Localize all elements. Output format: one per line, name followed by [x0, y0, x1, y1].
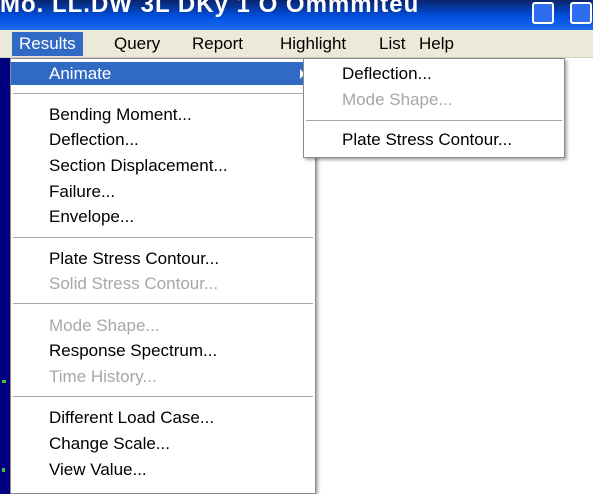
menu-separator [13, 237, 313, 238]
model-line [2, 468, 5, 472]
menu-item-view-value[interactable]: View Value... [11, 458, 315, 481]
menu-item-mode-shape: Mode Shape... [49, 316, 160, 335]
menu-highlight[interactable]: Highlight [273, 32, 353, 56]
menu-separator [13, 303, 313, 304]
minimize-button[interactable] [532, 2, 554, 24]
menu-separator [306, 120, 562, 121]
submenu-item-mode-shape: Mode Shape... [342, 90, 453, 109]
menu-item-plate-stress-contour[interactable]: Plate Stress Contour... [11, 247, 315, 270]
submenu-item-plate-stress-contour[interactable]: Plate Stress Contour... [304, 128, 564, 151]
menu-query[interactable]: Query [107, 32, 167, 56]
menu-item-envelope[interactable]: Envelope... [11, 205, 315, 228]
menu-item-different-load-case[interactable]: Different Load Case... [11, 406, 315, 429]
menu-help[interactable]: Help [412, 32, 461, 56]
menu-item-time-history: Time History... [49, 367, 157, 386]
menu-bar: Results Query Report Highlight List Help [0, 30, 593, 58]
menu-item-change-scale[interactable]: Change Scale... [11, 432, 315, 455]
animate-submenu: Deflection... Mode Shape... Plate Stress… [303, 58, 565, 158]
model-line [2, 380, 6, 383]
menu-item-failure[interactable]: Failure... [11, 180, 315, 203]
submenu-item-deflection[interactable]: Deflection... [304, 62, 564, 85]
menu-item-solid-stress-contour: Solid Stress Contour... [49, 274, 219, 293]
menu-results[interactable]: Results [12, 32, 83, 56]
results-menu: Animate Bending Moment... Deflection... … [10, 58, 316, 494]
menu-report[interactable]: Report [185, 32, 250, 56]
window-title: Mo. LL.DW 3L DKy 1 O Ommmiteu [0, 0, 420, 18]
menu-item-bending-moment[interactable]: Bending Moment... [11, 103, 315, 126]
menu-separator [13, 93, 313, 94]
menu-item-response-spectrum[interactable]: Response Spectrum... [11, 339, 315, 362]
menu-list[interactable]: List [372, 32, 412, 56]
menu-item-animate[interactable]: Animate [11, 62, 315, 85]
maximize-button[interactable] [570, 2, 592, 24]
menu-separator [13, 396, 313, 397]
title-bar: Mo. LL.DW 3L DKy 1 O Ommmiteu [0, 0, 593, 30]
menu-item-deflection[interactable]: Deflection... [11, 128, 315, 151]
menu-item-section-displacement[interactable]: Section Displacement... [11, 154, 315, 177]
